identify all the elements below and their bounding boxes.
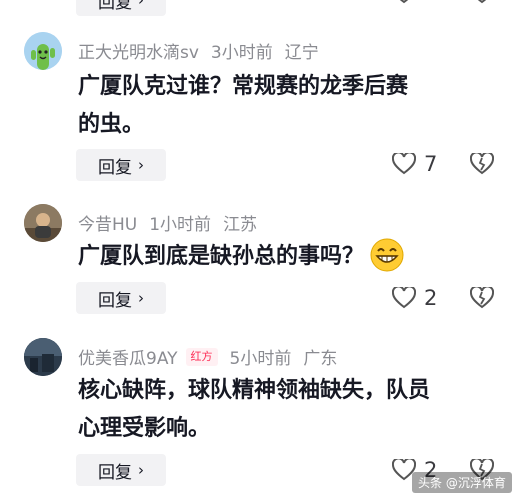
reply-label: 回复 bbox=[98, 290, 132, 311]
comment-text-line: 的虫。 bbox=[78, 112, 145, 137]
comment-text: 广厦队克过谁？常规赛的龙季后赛 的虫。 bbox=[78, 68, 508, 144]
reply-button[interactable]: 回复 › bbox=[76, 149, 166, 181]
avatar[interactable] bbox=[24, 204, 62, 242]
username[interactable]: 今昔HU bbox=[78, 210, 137, 235]
location: 广东 bbox=[303, 349, 338, 369]
chevron-right-icon: › bbox=[138, 0, 144, 9]
team-badge: 红方 bbox=[185, 347, 218, 366]
avatar[interactable] bbox=[24, 338, 62, 376]
broken-heart-icon bbox=[477, 0, 487, 4]
like-button[interactable]: 2 bbox=[392, 286, 437, 310]
comment-text-line: 广厦队克过谁？常规赛的龙季后赛 bbox=[78, 74, 409, 99]
timestamp: 3小时前 bbox=[210, 43, 273, 63]
location: 江苏 bbox=[223, 215, 258, 235]
cactus-avatar-icon bbox=[24, 32, 62, 70]
avatar[interactable] bbox=[24, 32, 62, 70]
comment-text-line: 心理受影响。 bbox=[78, 416, 211, 441]
comment-meta: 今昔HU 1小时前 江苏 bbox=[78, 210, 257, 235]
dislike-button[interactable] bbox=[470, 0, 494, 8]
dislike-button[interactable] bbox=[469, 151, 495, 179]
comment-meta: 正大光明水滴sv 3小时前 辽宁 bbox=[78, 38, 319, 63]
heart-icon bbox=[392, 153, 416, 175]
broken-heart-icon bbox=[469, 285, 495, 309]
comment-text-line: 核心缺阵，球队精神领袖缺失，队员 bbox=[78, 378, 431, 403]
like-button[interactable]: 7 bbox=[392, 152, 437, 176]
username[interactable]: 优美香瓜9AY bbox=[78, 344, 178, 369]
like-count: 7 bbox=[424, 152, 438, 176]
reply-button[interactable]: 回复 › bbox=[76, 282, 166, 314]
timestamp: 5小时前 bbox=[229, 349, 292, 369]
username[interactable]: 正大光明水滴sv bbox=[78, 38, 199, 63]
reply-button[interactable]: 回复 › bbox=[76, 454, 166, 486]
chevron-right-icon: › bbox=[138, 289, 144, 307]
comment-text-line: 广厦队到底是缺孙总的事吗？ bbox=[78, 244, 365, 269]
location: 辽宁 bbox=[284, 43, 319, 63]
broken-heart-icon bbox=[469, 151, 495, 175]
reply-label: 回复 bbox=[98, 157, 132, 178]
reply-label: 回复 bbox=[98, 0, 132, 13]
timestamp: 1小时前 bbox=[149, 215, 212, 235]
grinning-face-emoji-icon bbox=[370, 238, 404, 272]
comment-text: 核心缺阵，球队精神领袖缺失，队员 心理受影响。 bbox=[78, 372, 508, 448]
photo-avatar-icon bbox=[24, 338, 62, 376]
heart-icon bbox=[399, 0, 409, 4]
reply-button[interactable]: 回复 › bbox=[76, 0, 166, 16]
watermark: 头条 @沉浮体育 bbox=[412, 472, 512, 493]
comment-text: 广厦队到底是缺孙总的事吗？ bbox=[78, 238, 508, 276]
chevron-right-icon: › bbox=[138, 461, 144, 479]
heart-icon bbox=[392, 287, 416, 309]
photo-avatar-icon bbox=[24, 204, 62, 242]
comment-meta: 优美香瓜9AY 红方 5小时前 广东 bbox=[78, 344, 337, 369]
reply-label: 回复 bbox=[98, 462, 132, 483]
dislike-button[interactable] bbox=[469, 285, 495, 313]
chevron-right-icon: › bbox=[138, 156, 144, 174]
like-count: 2 bbox=[424, 286, 438, 310]
like-button[interactable] bbox=[392, 0, 416, 4]
